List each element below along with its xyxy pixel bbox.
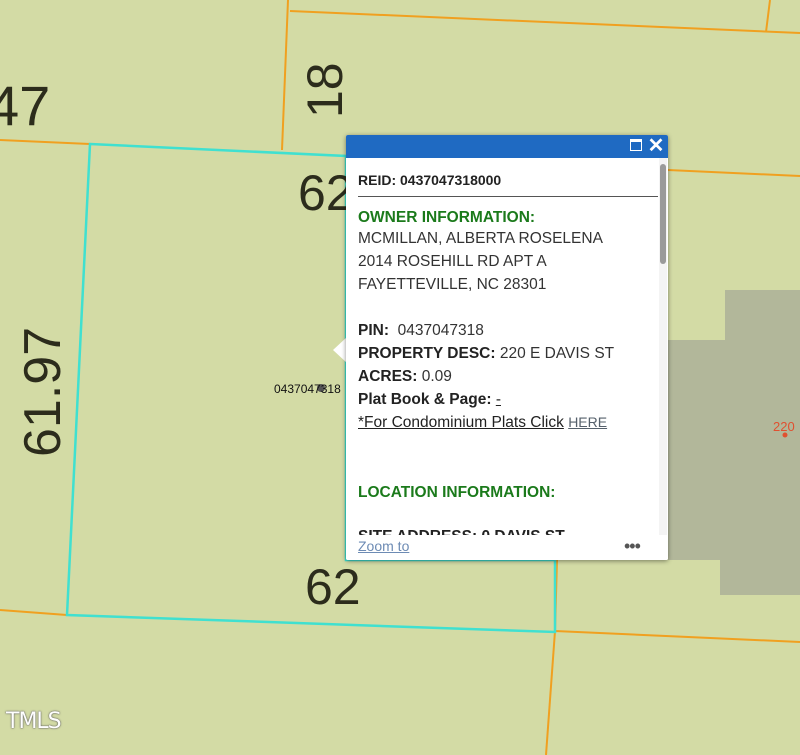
property-desc-value: 220 E DAVIS ST [499, 345, 615, 362]
tmls-watermark: TMLS [6, 709, 62, 734]
owner-name: MCMILLAN, ALBERTA ROSELENA [358, 230, 603, 247]
pin-value: 0437047318 [397, 322, 484, 339]
dimension-label-top-left: 47 [0, 74, 50, 137]
popup-scrollbar-thumb[interactable] [660, 164, 666, 264]
popup-pointer [333, 337, 347, 363]
close-icon[interactable]: ✕ [647, 136, 665, 156]
dimension-label-parcel-left: 61.97 [14, 327, 72, 457]
acres-row: ACRES: 0.09 [358, 365, 658, 388]
owner-address-line2: FAYETTEVILLE, NC 28301 [358, 276, 547, 293]
dimension-label-top-lot: 18 [297, 62, 353, 118]
acres-label: ACRES: [358, 368, 418, 385]
maximize-icon[interactable] [627, 137, 645, 155]
neighbor-address-label: 220 [773, 419, 795, 434]
pin-label: PIN: [358, 322, 389, 339]
location-info-title: LOCATION INFORMATION: [358, 484, 556, 501]
pin-row: PIN: 0437047318 [358, 319, 658, 342]
parcel-info-popup: ✕ REID: 0437047318000 OWNER INFORMATION:… [346, 135, 668, 560]
site-address-line: SITE ADDRESS: 0 DAVIS ST [358, 525, 658, 535]
reid-line: REID: 0437047318000 [358, 172, 658, 197]
plat-link[interactable]: - [496, 391, 501, 408]
acres-value: 0.09 [421, 368, 452, 385]
condo-here-link[interactable]: HERE [568, 414, 607, 430]
property-desc-row: PROPERTY DESC: 220 E DAVIS ST [358, 342, 658, 365]
popup-footer: Zoom to ••• [346, 535, 668, 560]
popup-content: REID: 0437047318000 OWNER INFORMATION: M… [358, 158, 658, 535]
more-options-icon[interactable]: ••• [624, 536, 641, 557]
popup-header: ✕ [346, 135, 668, 158]
dimension-label-parcel-bottom: 62 [305, 559, 361, 615]
owner-info-title: OWNER INFORMATION: [358, 209, 536, 226]
owner-address-line1: 2014 ROSEHILL RD APT A [358, 253, 547, 270]
popup-scrollbar[interactable] [659, 158, 667, 535]
property-desc-label: PROPERTY DESC: [358, 345, 496, 362]
zoom-to-link[interactable]: Zoom to [358, 538, 409, 554]
condo-row[interactable]: *For Condominium Plats Click HERE [358, 411, 658, 434]
plat-label: Plat Book & Page: [358, 391, 492, 408]
parcel-pin-label: 0437047318 [274, 382, 341, 396]
address-point-marker [782, 432, 788, 438]
condo-plats-link[interactable]: *For Condominium Plats Click [358, 414, 564, 431]
plat-row: Plat Book & Page: - [358, 388, 658, 411]
